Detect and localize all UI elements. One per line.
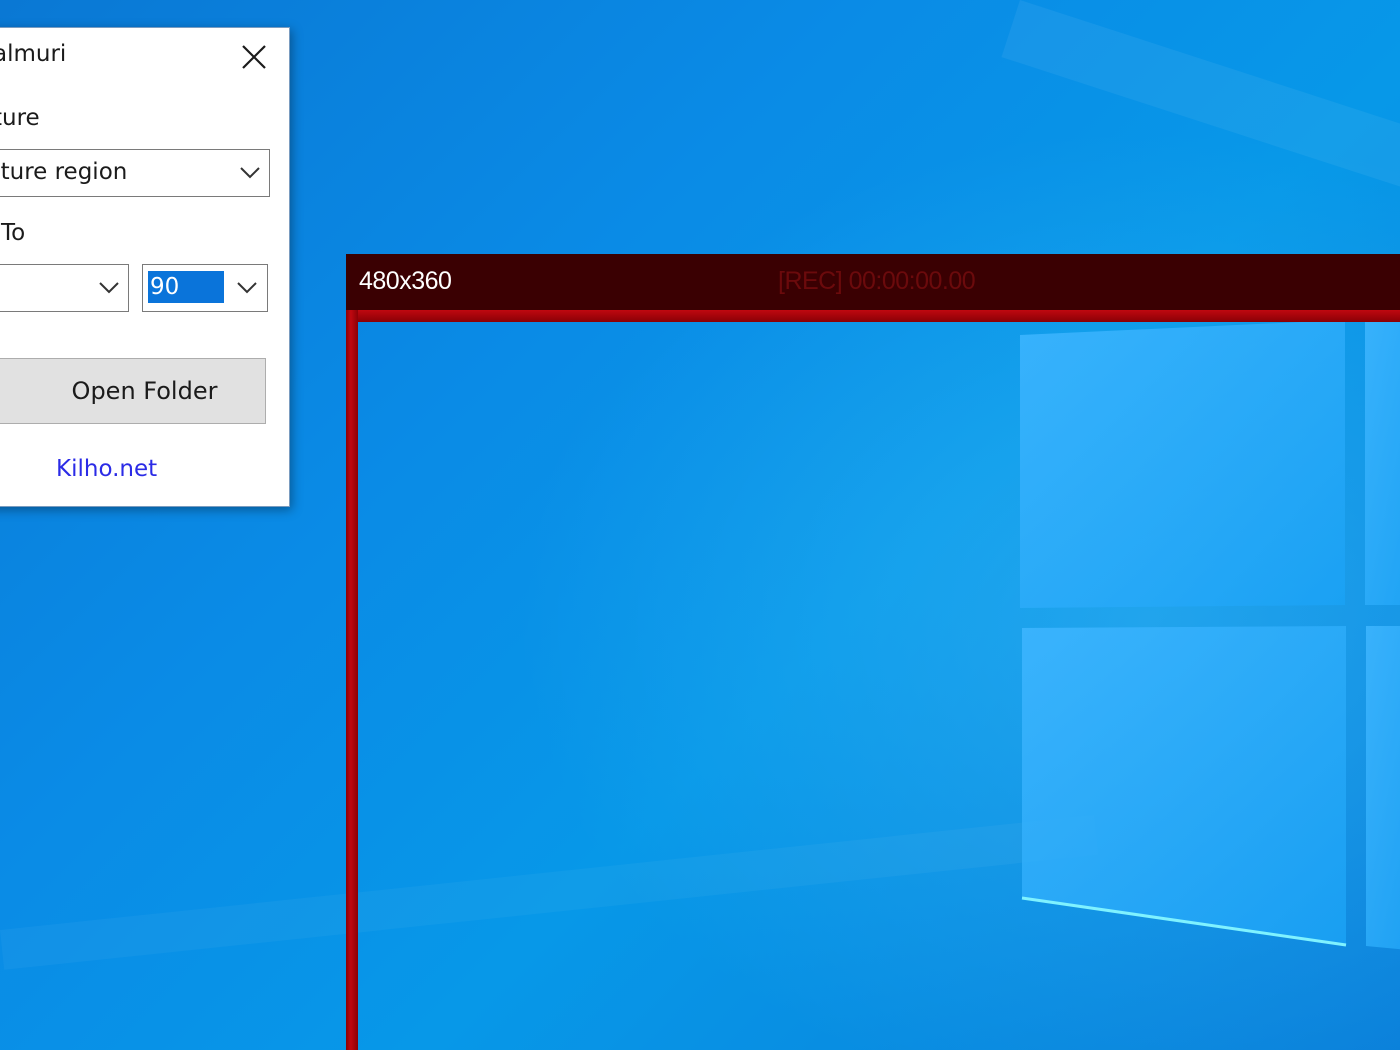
settings-dialog: almuri ture pture region To 90 Open Fold [0,27,290,507]
to-value[interactable]: 90 [148,271,224,303]
capture-border-left[interactable] [346,310,358,1050]
dialog-title: almuri [0,41,67,67]
capture-mode-value: pture region [0,159,128,185]
chevron-down-icon [99,282,119,294]
to-select[interactable]: 90 [142,264,268,312]
capture-size-label: 480x360 [359,267,452,295]
light-beam [1001,0,1400,187]
chevron-down-icon [237,282,257,294]
close-icon[interactable] [237,40,271,74]
website-link[interactable]: Kilho.net [56,456,157,482]
capture-mode-select[interactable]: pture region [0,149,270,197]
capture-label: ture [0,105,40,131]
desktop-background: 480x360 [REC] 00:00:00.00 almuri ture pt… [0,0,1400,1050]
to-label: To [1,220,26,246]
capture-frame[interactable]: 480x360 [REC] 00:00:00.00 [346,254,1400,1050]
capture-border-top[interactable] [346,310,1400,322]
open-folder-button[interactable]: Open Folder [0,358,266,424]
capture-title-bar[interactable]: 480x360 [REC] 00:00:00.00 [346,254,1400,313]
rec-timer: [REC] 00:00:00.00 [778,267,976,295]
chevron-down-icon [240,167,260,179]
from-select[interactable] [0,264,129,312]
